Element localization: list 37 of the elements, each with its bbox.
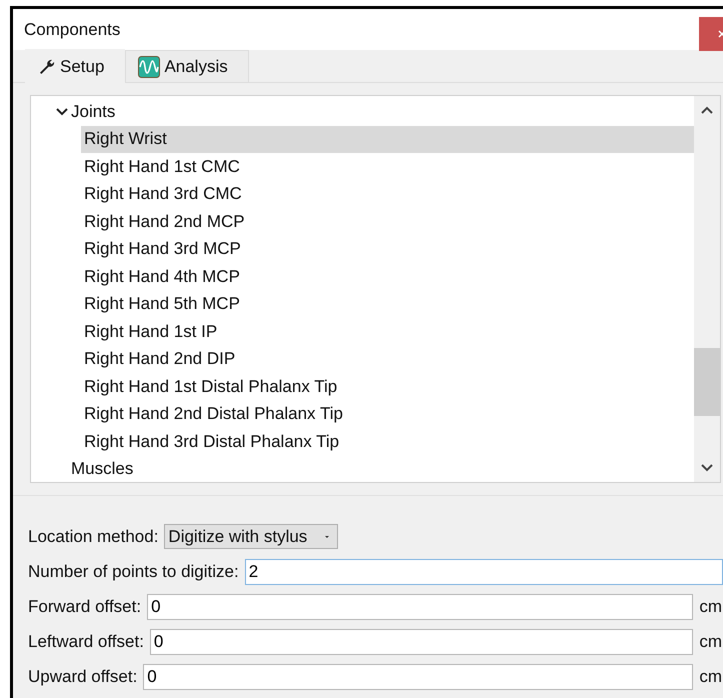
tree-item[interactable]: Muscles <box>31 456 694 483</box>
input-field[interactable]: 0 <box>143 664 694 690</box>
tree-item[interactable]: Right Hand 2nd MCP <box>31 208 694 236</box>
tree-item[interactable]: Right Hand 5th MCP <box>31 290 694 318</box>
scroll-up-icon <box>701 106 713 114</box>
tree-item[interactable]: Right Hand 4th MCP <box>31 263 694 290</box>
tab[interactable]: Setup <box>25 49 126 83</box>
tree-item[interactable]: Right Hand 3rd CMC <box>31 180 694 208</box>
tree-item[interactable]: Right Hand 1st IP <box>31 318 694 346</box>
input-field[interactable]: 2 <box>244 558 723 584</box>
scrollbar[interactable] <box>694 96 720 482</box>
scroll-down-icon <box>701 464 713 472</box>
unit-label: cm <box>699 666 722 686</box>
field-label: Forward offset: <box>28 596 142 616</box>
tree-item[interactable]: Right Hand 2nd Distal Phalanx Tip <box>31 400 694 428</box>
tree-item[interactable]: Right Hand 3rd Distal Phalanx Tip <box>31 428 694 456</box>
field-label: Leftward offset: <box>28 632 144 652</box>
unit-label: cm <box>699 632 722 652</box>
location-dropdown[interactable]: Digitize with stylus <box>164 524 338 549</box>
field-label: Upward offset: <box>28 666 138 686</box>
window-title: Components <box>24 20 120 40</box>
caret-icon <box>325 536 330 538</box>
input-field[interactable]: 0 <box>150 628 694 654</box>
field-label: Number of points to digitize: <box>28 562 239 582</box>
tree-item[interactable]: Right Hand 1st CMC <box>31 153 694 180</box>
tree-item[interactable]: Right Hand 1st Distal Phalanx Tip <box>31 373 694 400</box>
scroll-thumb[interactable] <box>694 348 720 416</box>
tab[interactable]: Analysis <box>125 50 249 82</box>
unit-label: cm <box>699 596 722 616</box>
waveform-icon <box>138 56 160 78</box>
tree-item[interactable]: Right Hand 2nd DIP <box>31 346 694 373</box>
tree-item[interactable]: Right Hand 3rd MCP <box>31 236 694 263</box>
close-button[interactable] <box>699 17 723 51</box>
input-field[interactable]: 0 <box>147 594 694 620</box>
tree-item[interactable]: Joints <box>31 98 694 126</box>
field-label: Location method: <box>28 526 158 546</box>
wrench-icon <box>38 58 56 76</box>
